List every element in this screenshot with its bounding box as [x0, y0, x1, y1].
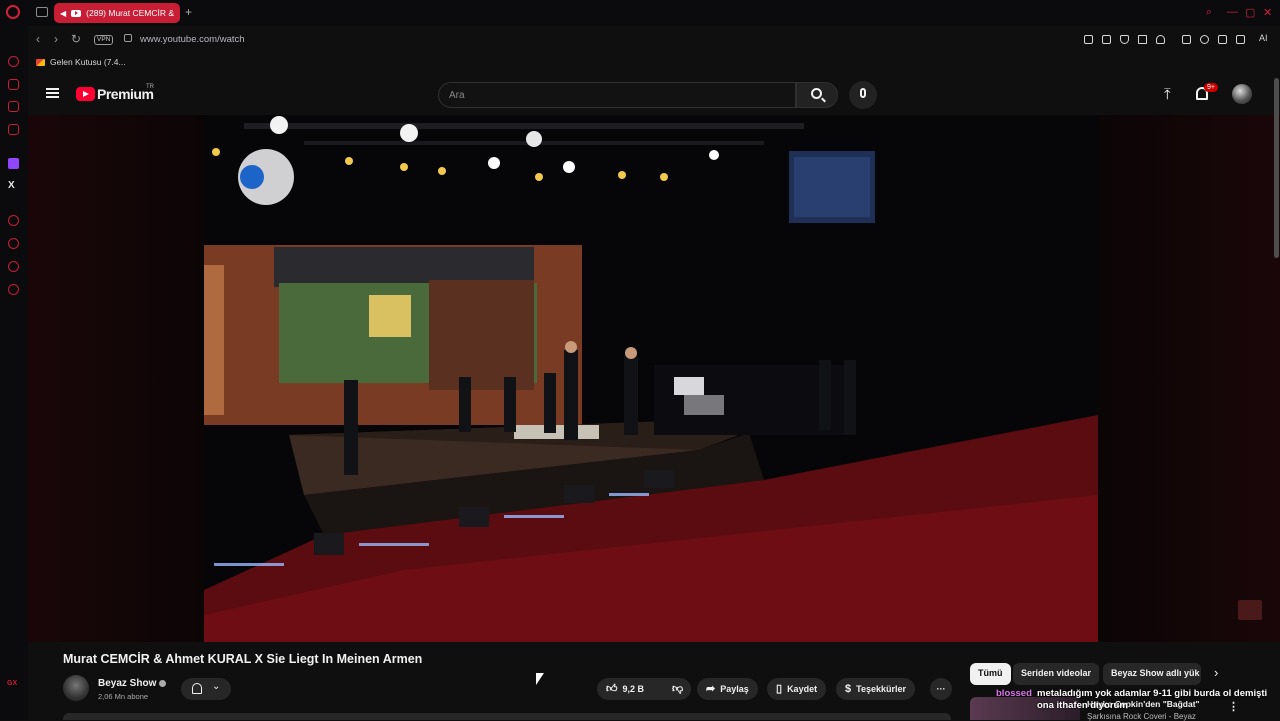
premium-logo-text[interactable]: Premium	[97, 86, 154, 102]
tab-title: (289) Murat CEMCİR &	[86, 8, 175, 18]
chat-message-line2: ona ithafen diyorum	[1037, 700, 1128, 711]
sidebar-aria-icon[interactable]	[8, 56, 19, 67]
pin-icon[interactable]	[1084, 35, 1093, 44]
voice-search-button[interactable]	[849, 81, 877, 109]
chevron-right-icon[interactable]: ›	[1214, 665, 1218, 680]
subscriber-count: 2,06 Mn abone	[98, 692, 149, 701]
sidebar-history-icon[interactable]	[8, 238, 19, 249]
sidebar-mail-icon[interactable]	[8, 124, 19, 135]
lock-icon[interactable]	[124, 34, 132, 42]
channel-name[interactable]: Beyaz Show	[98, 678, 156, 689]
url-field[interactable]: www.youtube.com/watch	[140, 34, 245, 45]
bookmark-icon: ▯	[776, 682, 783, 695]
youtube-favicon-icon	[71, 9, 82, 17]
chip-series-videos[interactable]: Seriden videolar	[1013, 663, 1100, 685]
tab-overview-icon[interactable]	[36, 7, 48, 17]
chip-channel-uploads[interactable]: Beyaz Show adlı yük	[1103, 663, 1201, 685]
account-avatar[interactable]	[1232, 84, 1252, 104]
sidebar-messenger-icon[interactable]	[8, 101, 19, 112]
channel-avatar[interactable]	[63, 675, 89, 701]
more-dots-icon: ···	[936, 684, 946, 694]
notification-count-badge: 9+	[1204, 83, 1218, 92]
sidebar-player-icon[interactable]	[8, 215, 19, 226]
mouse-cursor	[536, 673, 544, 685]
sidebar-bag-icon[interactable]	[8, 79, 19, 90]
vpn-badge[interactable]: VPN	[94, 35, 114, 45]
subscribed-button[interactable]	[181, 678, 231, 700]
description-box[interactable]	[63, 713, 951, 720]
verified-badge-icon	[159, 680, 166, 687]
sidebar-x-icon[interactable]: X	[8, 180, 15, 191]
sidebar-gx-icon[interactable]: GX	[7, 680, 17, 687]
maximize-icon[interactable]: ▢	[1245, 6, 1255, 19]
download-icon[interactable]	[1218, 35, 1227, 44]
youtube-masthead: Premium TR Ara ⤒ 9+	[28, 75, 1280, 115]
bookmark-gmail[interactable]: Gelen Kutusu (7.4...	[36, 57, 126, 67]
microphone-icon	[860, 88, 866, 98]
video-player[interactable]	[204, 115, 1098, 642]
search-icon	[811, 88, 822, 99]
forward-icon[interactable]: ›	[54, 32, 58, 46]
snapshot-icon[interactable]	[1102, 35, 1111, 44]
like-dislike-group: 👍︎ 9,2 B 👎︎	[597, 678, 691, 700]
browser-sidebar: X GX	[0, 26, 28, 720]
page-scrollbar[interactable]	[1274, 78, 1279, 258]
share-button[interactable]: ➦ Paylaş	[697, 678, 758, 700]
share-label: Paylaş	[720, 684, 749, 694]
save-label: Kaydet	[787, 684, 818, 694]
dislike-button[interactable]: 👎︎	[663, 682, 692, 695]
chat-message: metaladığım yok adamlar 9-11 gibi burda …	[1037, 688, 1268, 699]
recommendation-menu-icon[interactable]: ⋮	[1228, 700, 1239, 713]
chip-all[interactable]: Tümü	[970, 663, 1011, 685]
search-input[interactable]: Ara	[438, 82, 796, 108]
active-tab[interactable]: ◀ (289) Murat CEMCİR &	[54, 3, 180, 23]
player-icon[interactable]	[1138, 35, 1147, 44]
reload-icon[interactable]: ↻	[71, 32, 81, 46]
like-count: 9,2 B	[622, 684, 645, 694]
create-upload-icon[interactable]: ⤒	[1164, 87, 1171, 102]
profile-icon[interactable]	[1200, 35, 1209, 44]
region-code: TR	[146, 84, 154, 90]
search-button[interactable]	[796, 82, 838, 108]
video-title: Murat CEMCİR & Ahmet KURAL X Sie Liegt I…	[63, 652, 423, 666]
hamburger-menu-icon[interactable]	[46, 88, 59, 98]
extensions-icon[interactable]	[1182, 35, 1191, 44]
save-button[interactable]: ▯ Kaydet	[767, 678, 827, 700]
chevron-down-icon: ⌄	[212, 681, 221, 692]
player-watermark-icon	[1238, 600, 1262, 620]
video-frame	[204, 115, 1098, 642]
speaker-icon: ◀	[60, 8, 67, 18]
address-bar: ‹ › ↻ VPN www.youtube.com/watch AI ☰	[28, 28, 1280, 52]
thanks-label: Teşekkürler	[856, 684, 906, 694]
browser-tab-strip: ◀ (289) Murat CEMCİR & + ⌕ — ▢ ✕	[0, 0, 1280, 26]
chat-username: blossed	[996, 688, 1032, 699]
youtube-logo-icon[interactable]	[76, 87, 95, 101]
sidebar-chat-icon[interactable]	[8, 261, 19, 272]
thumbs-up-icon: 👍︎	[606, 682, 618, 695]
more-actions-button[interactable]: ···	[930, 678, 952, 700]
share-arrow-icon: ➦	[706, 682, 716, 695]
bookmark-label: Gelen Kutusu (7.4...	[50, 57, 126, 67]
opera-logo-icon[interactable]	[6, 5, 20, 19]
new-tab-button[interactable]: +	[185, 5, 192, 19]
back-icon[interactable]: ‹	[36, 32, 40, 46]
subscription-bell-icon	[192, 683, 202, 694]
sidebar-twitch-icon[interactable]	[8, 158, 19, 169]
wand-icon[interactable]	[1236, 35, 1245, 44]
thumbs-down-icon: 👎︎	[672, 682, 684, 695]
sidebar-settings-icon[interactable]	[8, 284, 19, 295]
heart-icon[interactable]	[1156, 35, 1165, 44]
shield-icon[interactable]	[1120, 35, 1129, 44]
gmail-icon	[36, 58, 45, 66]
thanks-button[interactable]: $ Teşekkürler	[836, 678, 915, 700]
close-icon[interactable]: ✕	[1263, 6, 1272, 19]
ai-button[interactable]: AI	[1259, 33, 1268, 43]
minimize-icon[interactable]: —	[1227, 6, 1238, 18]
like-button[interactable]: 👍︎ 9,2 B	[597, 678, 653, 700]
search-tabs-icon[interactable]: ⌕	[1206, 6, 1212, 19]
super-thanks-icon: $	[845, 682, 852, 695]
